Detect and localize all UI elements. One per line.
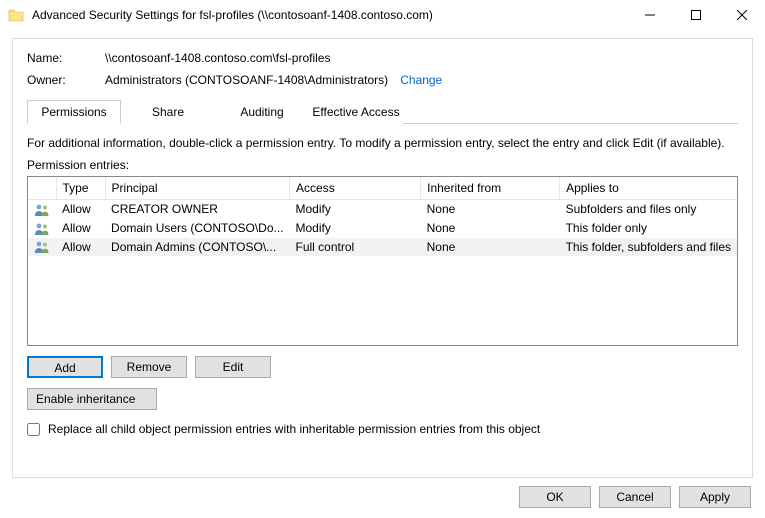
replace-checkbox-label: Replace all child object permission entr… <box>48 422 540 436</box>
info-text: For additional information, double-click… <box>27 136 738 150</box>
header-inherited[interactable]: Inherited from <box>421 177 560 200</box>
name-row: Name: \\contosoanf-1408.contoso.com\fsl-… <box>27 51 738 65</box>
cell-type: Allow <box>56 238 105 257</box>
folder-icon <box>8 7 24 23</box>
cell-applies: This folder only <box>560 219 737 238</box>
table-row[interactable]: AllowCREATOR OWNERModifyNoneSubfolders a… <box>28 200 737 219</box>
permission-table: Type Principal Access Inherited from App… <box>27 176 738 346</box>
replace-checkbox-row: Replace all child object permission entr… <box>27 422 738 436</box>
tab-effective-access[interactable]: Effective Access <box>309 100 403 124</box>
content-pane: Name: \\contosoanf-1408.contoso.com\fsl-… <box>12 38 753 478</box>
users-icon <box>34 222 50 236</box>
dialog-footer: OK Cancel Apply <box>0 486 765 518</box>
cell-inherited: None <box>421 238 560 257</box>
window-title: Advanced Security Settings for fsl-profi… <box>32 8 627 22</box>
cell-access: Modify <box>290 219 421 238</box>
cell-type: Allow <box>56 200 105 219</box>
owner-row: Owner: Administrators (CONTOSOANF-1408\A… <box>27 73 738 87</box>
close-button[interactable] <box>719 0 765 30</box>
replace-checkbox[interactable] <box>27 423 40 436</box>
apply-button[interactable]: Apply <box>679 486 751 508</box>
header-type[interactable]: Type <box>56 177 105 200</box>
tab-share[interactable]: Share <box>121 100 215 124</box>
edit-button[interactable]: Edit <box>195 356 271 378</box>
name-label: Name: <box>27 51 105 65</box>
change-owner-link[interactable]: Change <box>400 73 442 87</box>
table-row[interactable]: AllowDomain Users (CONTOSO\Do...ModifyNo… <box>28 219 737 238</box>
inheritance-row: Enable inheritance <box>27 388 738 410</box>
permission-buttons: Add Remove Edit <box>27 356 738 378</box>
window-controls <box>627 0 765 30</box>
header-access[interactable]: Access <box>290 177 421 200</box>
owner-value: Administrators (CONTOSOANF-1408\Administ… <box>105 73 388 87</box>
tab-permissions[interactable]: Permissions <box>27 100 121 124</box>
cell-applies: Subfolders and files only <box>560 200 737 219</box>
cell-principal: Domain Admins (CONTOSO\... <box>105 238 289 257</box>
header-applies[interactable]: Applies to <box>560 177 737 200</box>
owner-label: Owner: <box>27 73 105 87</box>
table-row[interactable]: AllowDomain Admins (CONTOSO\...Full cont… <box>28 238 737 257</box>
minimize-button[interactable] <box>627 0 673 30</box>
cell-access: Full control <box>290 238 421 257</box>
enable-inheritance-button[interactable]: Enable inheritance <box>27 388 157 410</box>
cell-inherited: None <box>421 200 560 219</box>
tab-auditing[interactable]: Auditing <box>215 100 309 124</box>
header-principal[interactable]: Principal <box>105 177 289 200</box>
users-icon <box>34 240 50 254</box>
titlebar: Advanced Security Settings for fsl-profi… <box>0 0 765 30</box>
entries-label: Permission entries: <box>27 158 738 172</box>
cell-principal: CREATOR OWNER <box>105 200 289 219</box>
cell-applies: This folder, subfolders and files <box>560 238 737 257</box>
header-icon[interactable] <box>28 177 56 200</box>
name-value: \\contosoanf-1408.contoso.com\fsl-profil… <box>105 51 330 65</box>
cancel-button[interactable]: Cancel <box>599 486 671 508</box>
remove-button[interactable]: Remove <box>111 356 187 378</box>
tab-bar: Permissions Share Auditing Effective Acc… <box>27 99 738 124</box>
cell-access: Modify <box>290 200 421 219</box>
maximize-button[interactable] <box>673 0 719 30</box>
cell-inherited: None <box>421 219 560 238</box>
add-button[interactable]: Add <box>27 356 103 378</box>
table-header-row: Type Principal Access Inherited from App… <box>28 177 737 200</box>
users-icon <box>34 203 50 217</box>
cell-principal: Domain Users (CONTOSO\Do... <box>105 219 289 238</box>
cell-type: Allow <box>56 219 105 238</box>
ok-button[interactable]: OK <box>519 486 591 508</box>
